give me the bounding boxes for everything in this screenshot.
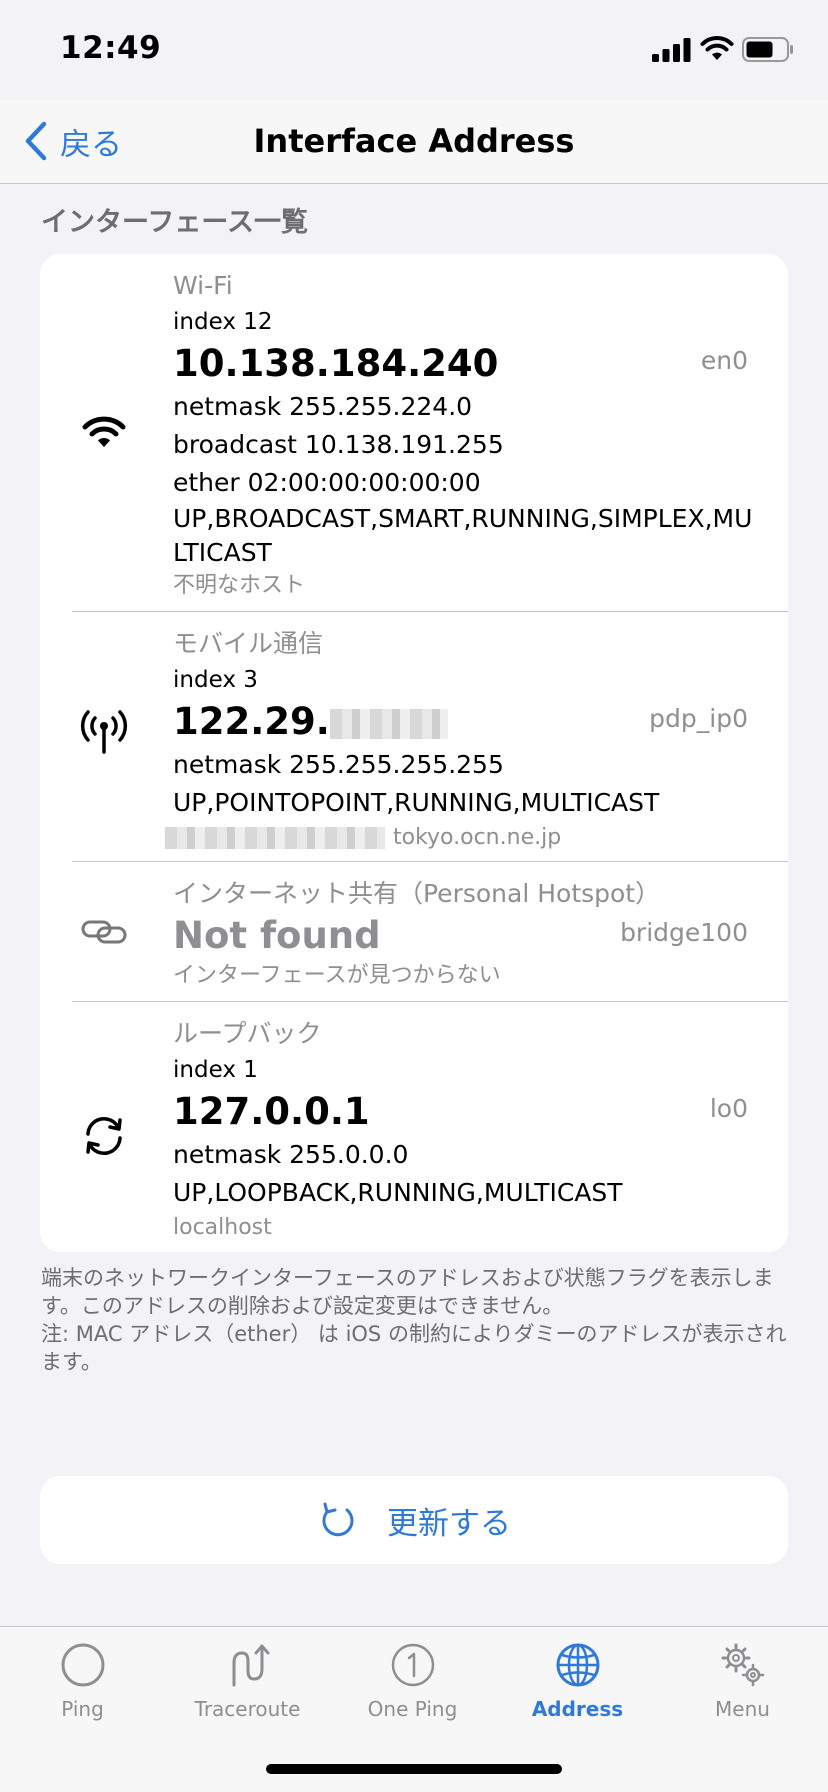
interface-flags: UP,BROADCAST,SMART,RUNNING,SIMPLEX,MULTI… <box>173 504 753 567</box>
interface-netmask: netmask 255.255.224.0 <box>173 392 473 421</box>
interface-host-wrap: tokyo.ocn.ne.jp <box>165 822 748 854</box>
interface-index: index 12 <box>173 309 273 335</box>
tab-address[interactable]: Address <box>495 1641 660 1741</box>
interface-address: 10.138.184.240 <box>173 342 499 385</box>
interface-label: ループバック <box>173 1019 322 1048</box>
home-indicator <box>266 1764 562 1774</box>
refresh-button-label: 更新する <box>387 1505 511 1542</box>
one-ping-icon <box>391 1643 434 1687</box>
interface-row-hotspot[interactable]: インターネット共有（Personal Hotspot） Not found イン… <box>40 862 788 1002</box>
interface-broadcast: broadcast 10.138.191.255 <box>173 430 504 459</box>
interface-row-mobile[interactable]: モバイル通信 index 3 122.29. netmask 255.255.2… <box>40 612 788 862</box>
interface-label: Wi-Fi <box>173 271 233 300</box>
interface-label: モバイル通信 <box>173 629 324 658</box>
interface-address: 127.0.0.1 <box>173 1090 370 1133</box>
globe-icon <box>556 1643 599 1687</box>
interface-host: インターフェースが見つからない <box>173 963 501 988</box>
tab-label: One Ping <box>367 1697 458 1721</box>
gears-icon <box>721 1643 764 1687</box>
redacted-block <box>329 708 448 739</box>
wifi-icon <box>82 416 126 447</box>
tab-label: Ping <box>61 1697 104 1721</box>
section-header: インターフェース一覧 <box>41 207 309 238</box>
interface-flags: UP,POINTOPOINT,RUNNING,MULTICAST <box>173 788 660 817</box>
interface-address: 122.29. <box>173 700 330 743</box>
interface-label: インターネット共有（Personal Hotspot） <box>173 879 661 908</box>
circle-icon <box>61 1643 104 1687</box>
page-title: Interface Address <box>253 122 575 160</box>
status-time: 12:49 <box>60 30 162 66</box>
interface-netmask: netmask 255.255.255.255 <box>173 750 504 779</box>
interface-list: Wi-Fi index 12 10.138.184.240 netmask 25… <box>40 254 788 1252</box>
redacted-block <box>165 827 385 849</box>
footer-note-line: 端末のネットワークインターフェースのアドレスおよび状態フラグを表示します。このア… <box>41 1266 774 1318</box>
navigation-bar: 戻る Interface Address <box>0 100 828 184</box>
tab-menu[interactable]: Menu <box>660 1641 825 1741</box>
interface-netmask: netmask 255.0.0.0 <box>173 1140 409 1169</box>
interface-row-wifi[interactable]: Wi-Fi index 12 10.138.184.240 netmask 25… <box>40 254 788 612</box>
tab-traceroute[interactable]: Traceroute <box>165 1641 330 1741</box>
battery-icon <box>742 37 793 62</box>
interface-index: index 3 <box>173 667 258 693</box>
wifi-status-icon <box>700 36 734 60</box>
cellular-signal-icon <box>652 38 691 62</box>
traceroute-icon <box>232 1644 269 1687</box>
loop-arrows-icon <box>86 1117 122 1155</box>
tab-label: Menu <box>715 1697 770 1721</box>
interface-host: 不明なホスト <box>173 573 306 598</box>
refresh-button[interactable]: 更新する <box>40 1476 788 1564</box>
interface-ether: ether 02:00:00:00:00:00 <box>173 468 481 497</box>
interface-index: index 1 <box>173 1057 258 1083</box>
footer-note: 端末のネットワークインターフェースのアドレスおよび状態フラグを表示します。このア… <box>41 1264 791 1376</box>
interface-host: tokyo.ocn.ne.jp <box>393 825 562 850</box>
interface-row-loopback[interactable]: ループバック index 1 127.0.0.1 netmask 255.0.0… <box>40 1002 788 1252</box>
status-bar: 12:49 <box>0 0 828 100</box>
tab-label: Address <box>531 1697 624 1721</box>
antenna-icon <box>80 710 128 754</box>
footer-note-line: 注: MAC アドレス（ether） は iOS の制約によりダミーのアドレスが… <box>41 1322 787 1374</box>
link-icon <box>81 920 127 944</box>
tab-label: Traceroute <box>194 1697 301 1721</box>
interface-name: en0 <box>700 346 748 375</box>
interface-name: lo0 <box>709 1094 748 1123</box>
interface-flags: UP,LOOPBACK,RUNNING,MULTICAST <box>173 1178 623 1207</box>
interface-name: pdp_ip0 <box>649 704 748 733</box>
refresh-icon <box>322 1502 354 1537</box>
interface-host: localhost <box>173 1215 272 1240</box>
interface-name: bridge100 <box>620 918 748 947</box>
tab-ping[interactable]: Ping <box>0 1641 165 1741</box>
tab-one-ping[interactable]: One Ping <box>330 1641 495 1741</box>
